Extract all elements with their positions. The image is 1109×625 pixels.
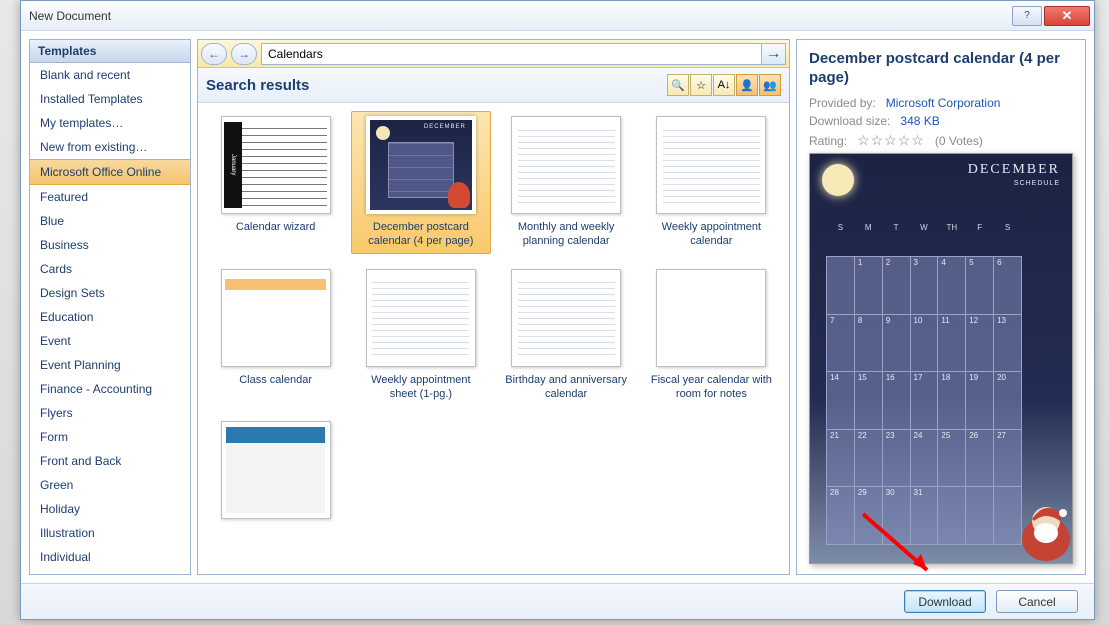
download-button[interactable]: Download <box>904 590 986 613</box>
santa-icon <box>1016 491 1072 563</box>
template-thumb <box>511 116 621 214</box>
sidebar-item-event[interactable]: Event <box>30 329 190 353</box>
template-label: December postcard calendar (4 per page) <box>356 220 485 249</box>
sidebar-item-illustration[interactable]: Illustration <box>30 521 190 545</box>
sidebar-item-event-planning[interactable]: Event Planning <box>30 353 190 377</box>
sidebar-item-holiday[interactable]: Holiday <box>30 497 190 521</box>
provided-by-label: Provided by: <box>809 96 876 110</box>
template-preview: DECEMBER SCHEDULE SMTWTHFS12345678910111… <box>809 153 1073 565</box>
details-title: December postcard calendar (4 per page) <box>809 50 1073 88</box>
template-label: Birthday and anniversary calendar <box>502 373 631 402</box>
sidebar-item-flyers[interactable]: Flyers <box>30 401 190 425</box>
search-input[interactable] <box>262 47 761 61</box>
template-december-postcard-calendar[interactable]: DECEMBER December postcard calendar (4 pe… <box>351 111 490 254</box>
sidebar-header: Templates <box>30 40 190 63</box>
sidebar-item-finance-accounting[interactable]: Finance - Accounting <box>30 377 190 401</box>
template-label: Fiscal year calendar with room for notes <box>647 373 776 402</box>
results-toolbar: 🔍 ☆ A↓ 👤 👥 <box>667 74 781 96</box>
template-label: Calendar wizard <box>236 220 315 248</box>
details-panel: December postcard calendar (4 per page) … <box>796 39 1086 575</box>
provided-by-link[interactable]: Microsoft Corporation <box>886 96 1001 110</box>
template-class-calendar[interactable]: Class calendar <box>206 264 345 407</box>
sort-icon[interactable]: A↓ <box>713 74 735 96</box>
preview-month: DECEMBER <box>968 162 1060 178</box>
sidebar-item-business[interactable]: Business <box>30 233 190 257</box>
sidebar-item-green[interactable]: Green <box>30 473 190 497</box>
nav-back-button[interactable]: ← <box>201 43 227 65</box>
results-scroll[interactable]: January Calendar wizard DECEMBER December p… <box>198 103 789 574</box>
sidebar-item-new-from-existing-[interactable]: New from existing… <box>30 135 190 159</box>
sidebar-item-industry[interactable]: Industry <box>30 569 190 574</box>
template-calendar-wizard[interactable]: January Calendar wizard <box>206 111 345 254</box>
sidebar-item-individual[interactable]: Individual <box>30 545 190 569</box>
dialog-footer: Download Cancel <box>21 583 1094 619</box>
template-label: Weekly appointment calendar <box>647 220 776 249</box>
download-size-row: Download size: 348 KB <box>809 114 1073 128</box>
template-monthly-weekly-planning[interactable]: Monthly and weekly planning calendar <box>497 111 636 254</box>
template-thumb <box>656 116 766 214</box>
template-thumb <box>221 421 331 519</box>
nav-search: → <box>261 43 786 65</box>
download-size-label: Download size: <box>809 114 890 128</box>
provided-by-row: Provided by: Microsoft Corporation <box>809 96 1073 110</box>
preview-subtitle: SCHEDULE <box>1014 180 1060 187</box>
results-header: Search results 🔍 ☆ A↓ 👤 👥 <box>198 68 789 103</box>
new-document-dialog: New Document ? ✕ Templates Blank and rec… <box>20 0 1095 620</box>
rating-label: Rating: <box>809 134 847 148</box>
rating-row: Rating: ☆☆☆☆☆ (0 Votes) <box>809 132 1073 149</box>
help-button[interactable]: ? <box>1012 6 1042 26</box>
person-add-icon[interactable]: 👥 <box>759 74 781 96</box>
results-title: Search results <box>206 77 667 94</box>
sidebar-item-front-and-back[interactable]: Front and Back <box>30 449 190 473</box>
template-label: Monthly and weekly planning calendar <box>502 220 631 249</box>
nav-forward-button[interactable]: → <box>231 43 257 65</box>
template-label: Weekly appointment sheet (1-pg.) <box>356 373 485 402</box>
template-thumb <box>511 269 621 367</box>
nav-bar: ← → → <box>198 40 789 68</box>
template-fiscal-year-calendar[interactable]: Fiscal year calendar with room for notes <box>642 264 781 407</box>
template-weekly-appointment-calendar[interactable]: Weekly appointment calendar <box>642 111 781 254</box>
template-thumb <box>656 269 766 367</box>
template-thumb <box>366 269 476 367</box>
search-go-button[interactable]: → <box>761 44 785 64</box>
download-size-value: 348 KB <box>900 114 939 128</box>
sidebar-item-my-templates-[interactable]: My templates… <box>30 111 190 135</box>
sidebar-item-blue[interactable]: Blue <box>30 209 190 233</box>
template-label: Class calendar <box>239 373 312 401</box>
moon-icon <box>822 164 854 196</box>
close-button[interactable]: ✕ <box>1044 6 1090 26</box>
person-icon[interactable]: 👤 <box>736 74 758 96</box>
template-weekly-appointment-sheet[interactable]: Weekly appointment sheet (1-pg.) <box>351 264 490 407</box>
sidebar-item-education[interactable]: Education <box>30 305 190 329</box>
window-title: New Document <box>29 9 1012 23</box>
sidebar-item-cards[interactable]: Cards <box>30 257 190 281</box>
template-birthday-anniversary-calendar[interactable]: Birthday and anniversary calendar <box>497 264 636 407</box>
sidebar-list[interactable]: Blank and recentInstalled TemplatesMy te… <box>30 63 190 574</box>
view-icon[interactable]: 🔍 <box>667 74 689 96</box>
preview-calendar-grid: SMTWTHFS12345678910111213141516171819202… <box>826 202 1022 546</box>
template-thumb: January <box>221 116 331 214</box>
templates-sidebar: Templates Blank and recentInstalled Temp… <box>29 39 191 575</box>
template-thumb: DECEMBER <box>366 116 476 214</box>
sidebar-item-form[interactable]: Form <box>30 425 190 449</box>
rating-votes: (0 Votes) <box>935 134 983 148</box>
cancel-button[interactable]: Cancel <box>996 590 1078 613</box>
template-employee-newsletter[interactable] <box>206 416 345 558</box>
rating-stars: ☆☆☆☆☆ <box>857 132 925 148</box>
sidebar-item-blank-and-recent[interactable]: Blank and recent <box>30 63 190 87</box>
favorite-icon[interactable]: ☆ <box>690 74 712 96</box>
sidebar-item-design-sets[interactable]: Design Sets <box>30 281 190 305</box>
results-panel: ← → → Search results 🔍 ☆ A↓ 👤 👥 Januar <box>197 39 790 575</box>
sidebar-item-installed-templates[interactable]: Installed Templates <box>30 87 190 111</box>
template-thumb <box>221 269 331 367</box>
sidebar-item-featured[interactable]: Featured <box>30 185 190 209</box>
sidebar-item-microsoft-office-online[interactable]: Microsoft Office Online <box>30 159 190 185</box>
titlebar: New Document ? ✕ <box>21 1 1094 31</box>
